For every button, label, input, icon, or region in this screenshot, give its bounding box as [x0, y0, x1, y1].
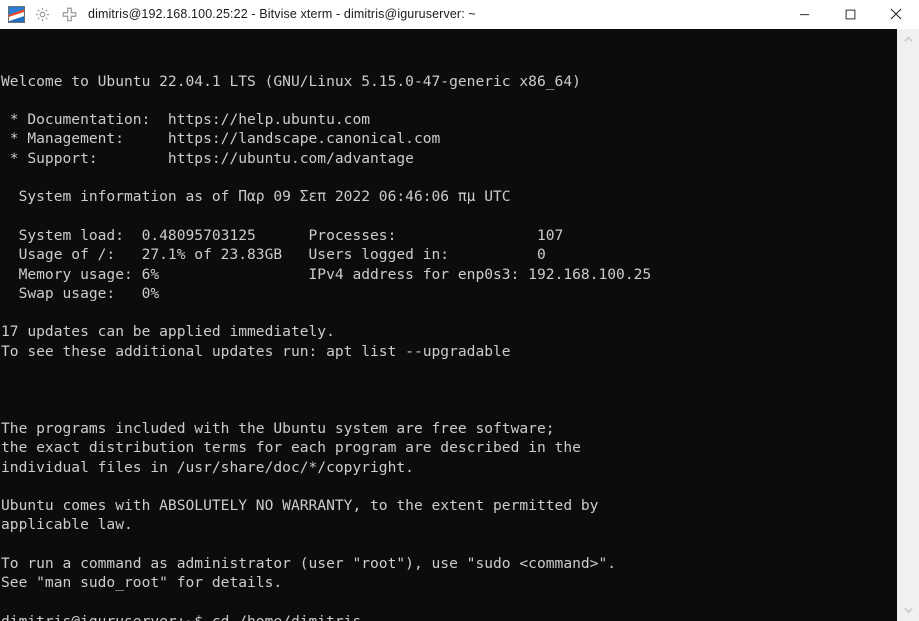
terminal-line: individual files in /usr/share/doc/*/cop…	[1, 458, 414, 476]
terminal-line: Memory usage: 6% IPv4 address for enp0s3…	[1, 265, 652, 283]
terminal-line: Swap usage: 0%	[1, 284, 160, 302]
terminal-scrollbar[interactable]	[896, 29, 919, 621]
terminal-line: the exact distribution terms for each pr…	[1, 439, 581, 457]
chevron-up-icon[interactable]	[897, 29, 919, 49]
scrollbar-thumb[interactable]	[897, 49, 919, 601]
minimize-button[interactable]	[781, 0, 827, 28]
maximize-button[interactable]	[827, 0, 873, 28]
terminal-screen[interactable]: Welcome to Ubuntu 22.04.1 LTS (GNU/Linux…	[0, 29, 896, 621]
terminal-output: Welcome to Ubuntu 22.04.1 LTS (GNU/Linux…	[1, 72, 896, 621]
window-title: dimitris@192.168.100.25:22 - Bitvise xte…	[88, 7, 476, 21]
terminal-line: applicable law.	[1, 516, 133, 534]
terminal-line: Welcome to Ubuntu 22.04.1 LTS (GNU/Linux…	[1, 72, 581, 90]
terminal-line: The programs included with the Ubuntu sy…	[1, 419, 555, 437]
terminal-line: * Documentation: https://help.ubuntu.com	[1, 111, 371, 129]
terminal-line: To run a command as administrator (user …	[1, 555, 617, 573]
terminal-line: Ubuntu comes with ABSOLUTELY NO WARRANTY…	[1, 497, 599, 515]
scrollbar-track[interactable]	[897, 49, 919, 601]
terminal-line: dimitris@iguruserver:~$ cd /home/dimitri…	[1, 612, 896, 621]
bitvise-app-icon	[8, 5, 25, 23]
terminal-area: Welcome to Ubuntu 22.04.1 LTS (GNU/Linux…	[0, 29, 919, 621]
gear-icon[interactable]	[32, 4, 52, 24]
terminal-line: * Management: https://landscape.canonica…	[1, 130, 441, 148]
terminal-line: Usage of /: 27.1% of 23.83GB Users logge…	[1, 246, 546, 264]
terminal-line: To see these additional updates run: apt…	[1, 342, 511, 360]
terminal-line: 17 updates can be applied immediately.	[1, 323, 335, 341]
title-bar[interactable]: dimitris@192.168.100.25:22 - Bitvise xte…	[0, 0, 919, 29]
window-controls	[781, 0, 919, 28]
terminal-line: System information as of Παρ 09 Σεπ 2022…	[1, 188, 511, 206]
chevron-down-icon[interactable]	[897, 601, 919, 621]
terminal-line: System load: 0.48095703125 Processes: 10…	[1, 226, 564, 244]
plus-icon[interactable]	[59, 4, 79, 24]
terminal-line: See "man sudo_root" for details.	[1, 574, 283, 592]
terminal-line: * Support: https://ubuntu.com/advantage	[1, 149, 414, 167]
terminal-window: dimitris@192.168.100.25:22 - Bitvise xte…	[0, 0, 919, 621]
close-button[interactable]	[873, 0, 919, 28]
